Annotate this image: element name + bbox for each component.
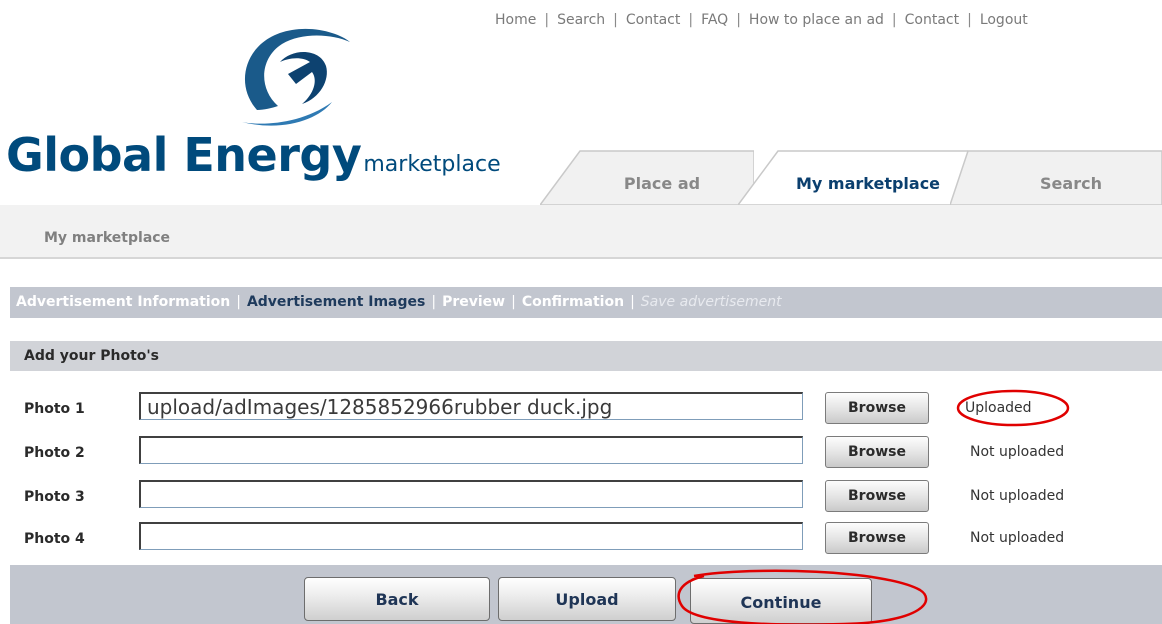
photo-4-upload-status: Not uploaded [970, 530, 1065, 546]
step-separator: | [511, 294, 516, 310]
step-separator: | [630, 294, 635, 310]
continue-button[interactable]: Continue [690, 578, 872, 624]
photo-3-browse-button[interactable]: Browse [825, 480, 929, 512]
tab-label: Place ad [623, 174, 701, 193]
photo-2-upload-status: Not uploaded [970, 444, 1065, 460]
tab-label: Search [1040, 174, 1102, 193]
photo-3-path-input[interactable] [139, 480, 803, 508]
tab-search[interactable]: Search [950, 150, 1162, 206]
photo-4-browse-button[interactable]: Browse [825, 522, 929, 554]
tab-label: My marketplace [795, 174, 941, 193]
step-separator: | [236, 294, 241, 310]
photos-section-header: Add your Photo's [10, 341, 1162, 371]
nav-contact-link-2[interactable]: Contact [905, 12, 959, 28]
photo-label: Photo 1 [24, 401, 85, 417]
nav-how-to-place-ad-link[interactable]: How to place an ad [749, 12, 884, 28]
step-preview[interactable]: Preview [442, 294, 505, 310]
wizard-steps: Advertisement Information | Advertisement … [10, 287, 1162, 318]
upload-button[interactable]: Upload [498, 577, 676, 621]
nav-separator: | [613, 12, 618, 28]
photo-row-2: Photo 2 Browse Not uploaded [0, 436, 1162, 470]
step-save-advertisement: Save advertisement [640, 294, 782, 310]
logo-word: Global Energy [6, 128, 362, 182]
nav-logout-link[interactable]: Logout [980, 12, 1028, 28]
nav-separator: | [688, 12, 694, 28]
nav-search-link[interactable]: Search [557, 12, 605, 28]
step-advertisement-images: Advertisement Images [246, 294, 426, 310]
photo-4-path-input[interactable] [139, 522, 803, 550]
photo-label: Photo 2 [24, 445, 85, 461]
photo-row-3: Photo 3 Browse Not uploaded [0, 480, 1162, 514]
photo-2-path-input[interactable] [139, 436, 803, 464]
section-band: My marketplace [0, 205, 1162, 259]
back-button[interactable]: Back [304, 577, 490, 621]
photos-section-title: Add your Photo's [24, 348, 160, 364]
main-tabs: Place ad My marketplace Search [540, 150, 1162, 206]
nav-contact-link[interactable]: Contact [626, 12, 680, 28]
photo-row-1: Photo 1 Browse Uploaded [0, 392, 1162, 426]
photo-1-path-input[interactable] [139, 392, 803, 420]
tab-my-marketplace[interactable]: My marketplace [738, 150, 968, 206]
nav-home-link[interactable]: Home [495, 12, 536, 28]
logo-wordmark[interactable]: Global Energymarketplace [6, 128, 501, 182]
step-separator: | [431, 294, 437, 310]
photo-row-4: Photo 4 Browse Not uploaded [0, 522, 1162, 556]
logo-subtitle: marketplace [363, 152, 501, 177]
nav-separator: | [967, 12, 972, 28]
nav-separator: | [891, 12, 897, 28]
section-title: My marketplace [44, 230, 171, 246]
photo-1-browse-button[interactable]: Browse [825, 392, 929, 424]
photo-label: Photo 3 [24, 489, 85, 505]
nav-separator: | [544, 12, 550, 28]
photo-label: Photo 4 [24, 531, 85, 547]
photo-2-browse-button[interactable]: Browse [825, 436, 929, 468]
nav-faq-link[interactable]: FAQ [701, 12, 728, 28]
tab-place-ad[interactable]: Place ad [540, 150, 754, 206]
photo-3-upload-status: Not uploaded [970, 488, 1065, 504]
nav-separator: | [736, 12, 741, 28]
photo-1-upload-status: Uploaded [965, 400, 1032, 416]
step-advertisement-information[interactable]: Advertisement Information [16, 294, 230, 310]
step-confirmation[interactable]: Confirmation [522, 294, 624, 310]
top-navigation: Home | Search | Contact | FAQ | How to place an … [495, 12, 1028, 28]
logo-g-icon [242, 28, 350, 126]
